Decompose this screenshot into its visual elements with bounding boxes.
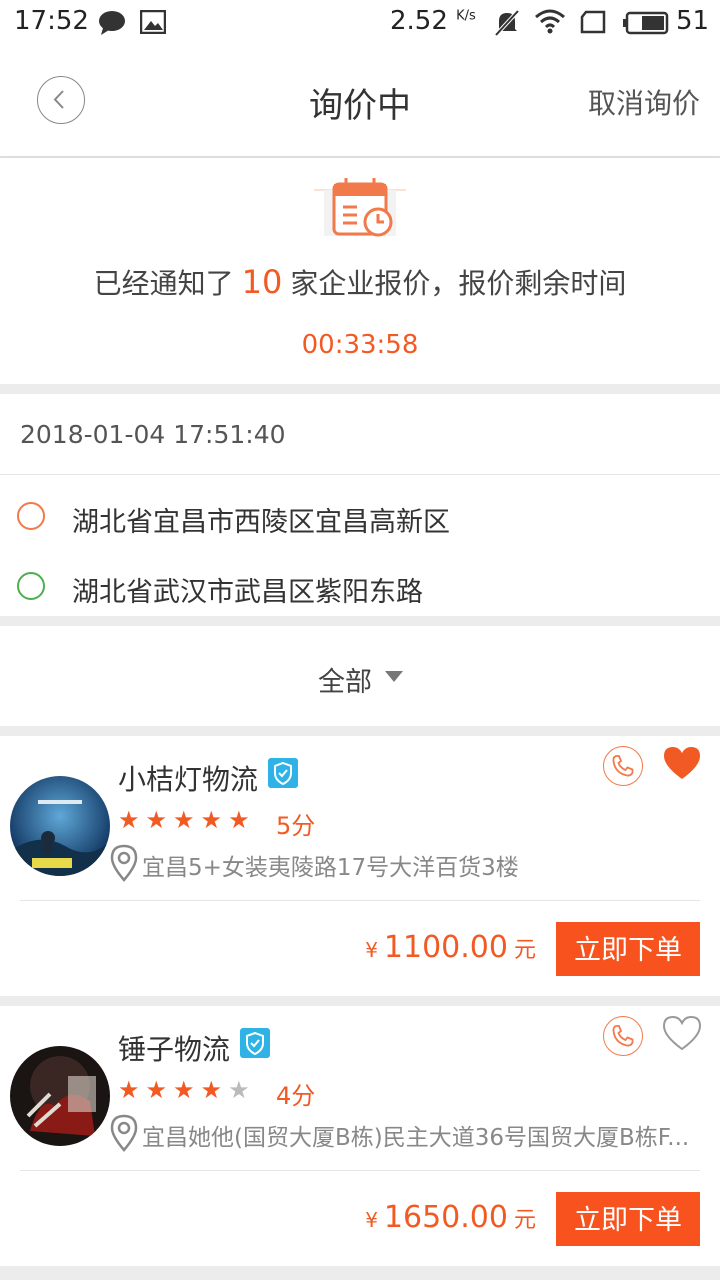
company-address: 宜昌她他(国贸大厦B栋)民主大道36号国贸大厦B栋F...: [142, 1125, 690, 1151]
notice-text: 已经通知了 10 家企业报价，报价剩余时间: [93, 263, 627, 301]
message-icon: [98, 10, 126, 40]
quote-card: 锤子物流 ★★★★★ 4分 宜昌她他(国贸大厦B栋)民主大道36号国贸大厦B栋F…: [0, 1006, 720, 1266]
destination-dot: [17, 572, 45, 600]
notice-panel: 已经通知了 10 家企业报价，报价剩余时间 00:33:58: [0, 158, 720, 384]
status-bar: 17:52 2.52 K/s 51: [0, 0, 720, 46]
origin-dot: [17, 502, 45, 530]
quote-price: ¥1100.00 元: [365, 930, 536, 965]
company-count: 10: [241, 263, 283, 301]
divider: [20, 900, 700, 901]
rating-score: 5分: [276, 812, 316, 840]
phone-icon[interactable]: [603, 1016, 643, 1056]
cancel-inquiry-button[interactable]: 取消询价: [588, 82, 700, 122]
quote-price: ¥1650.00 元: [365, 1200, 536, 1235]
favorite-heart-icon[interactable]: [662, 1014, 702, 1056]
origin-address: 湖北省宜昌市西陵区宜昌高新区: [72, 507, 450, 538]
verified-shield-icon: [268, 758, 298, 788]
verified-shield-icon: [240, 1028, 270, 1058]
company-address: 宜昌5+女装夷陵路17号大洋百货3楼: [142, 855, 519, 881]
inquiry-datetime: 2018-01-04 17:51:40: [20, 420, 286, 449]
destination-address: 湖北省武汉市武昌区紫阳东路: [72, 577, 423, 608]
favorite-heart-icon[interactable]: [662, 744, 702, 786]
nav-header: 询价中 取消询价: [0, 46, 720, 157]
company-avatar: [10, 1046, 110, 1146]
filter-dropdown[interactable]: 全部: [0, 626, 720, 726]
location-pin-icon: [110, 844, 138, 886]
location-pin-icon: [110, 1114, 138, 1156]
sim-icon: [580, 10, 606, 38]
status-time: 17:52: [14, 6, 89, 36]
order-now-button[interactable]: 立即下单: [556, 1192, 700, 1246]
calendar-clock-icon: [314, 176, 406, 244]
filter-label: 全部: [318, 667, 372, 698]
battery-icon: [622, 11, 670, 39]
image-icon: [139, 9, 167, 38]
rating-stars: ★★★★★: [118, 1076, 256, 1104]
mute-icon: [494, 9, 520, 41]
dropdown-arrow-icon: [385, 671, 403, 682]
rating-stars: ★★★★★: [118, 806, 256, 834]
order-now-button[interactable]: 立即下单: [556, 922, 700, 976]
wifi-icon: [534, 9, 566, 39]
network-speed: 2.52 K/s: [390, 6, 476, 36]
quote-card: 小桔灯物流 ★★★★★ 5分 宜昌5+女装夷陵路17号大洋百货3楼 ¥1100.…: [0, 736, 720, 996]
route-panel: 2018-01-04 17:51:40 湖北省宜昌市西陵区宜昌高新区 湖北省武汉…: [0, 394, 720, 616]
divider: [20, 1170, 700, 1171]
countdown-timer: 00:33:58: [301, 330, 419, 360]
battery-level: 51: [676, 6, 710, 36]
company-name: 小桔灯物流: [118, 763, 259, 796]
rating-score: 4分: [276, 1082, 316, 1110]
company-name: 锤子物流: [118, 1033, 231, 1066]
company-avatar: [10, 776, 110, 876]
phone-icon[interactable]: [603, 746, 643, 786]
divider: [0, 474, 720, 475]
